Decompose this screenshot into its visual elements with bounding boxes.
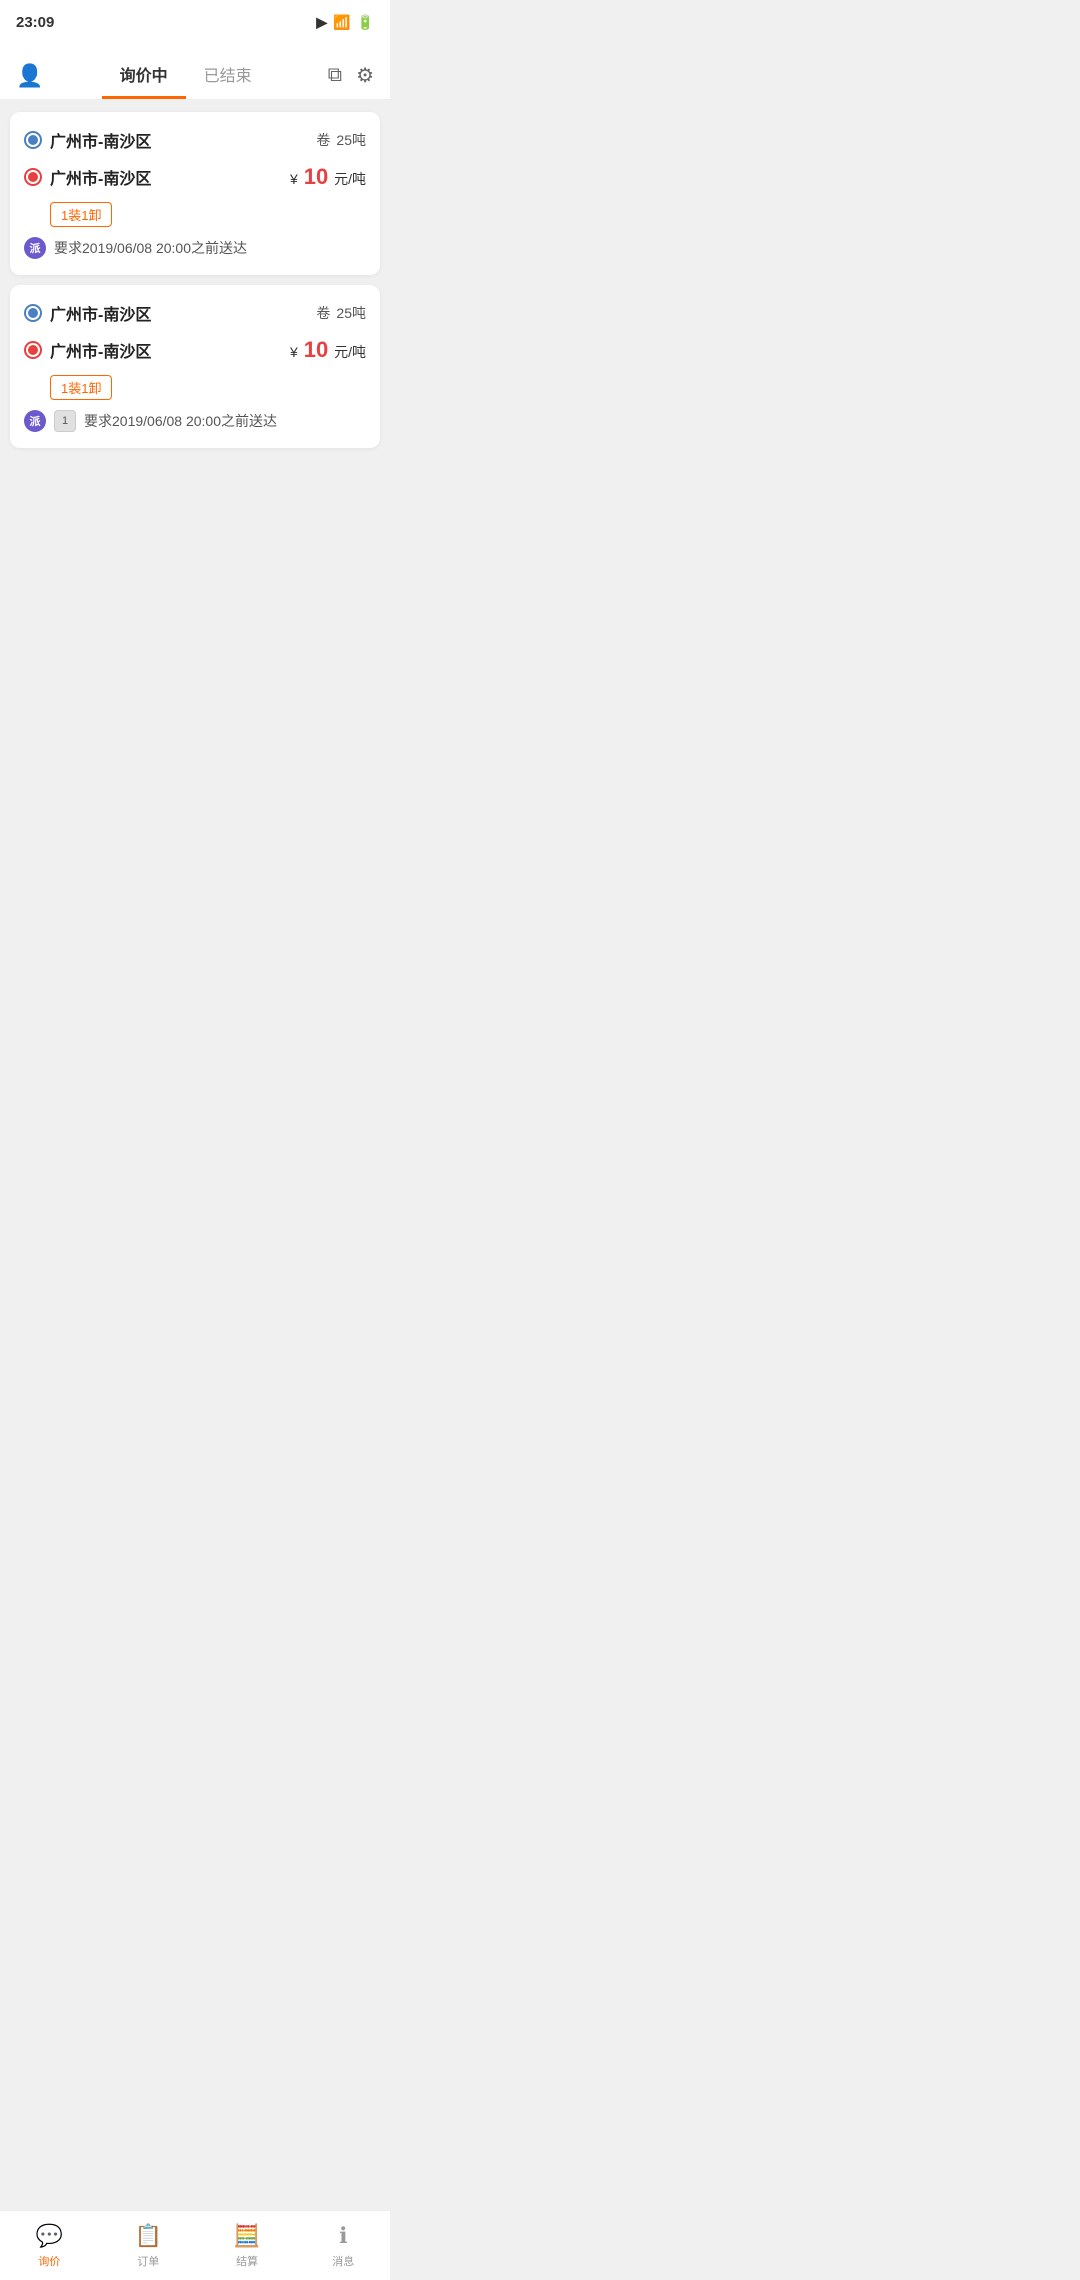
settings-icon[interactable]: ⚙ bbox=[356, 63, 374, 88]
price-unit-2: 元/吨 bbox=[334, 344, 366, 360]
inquiry-card-2[interactable]: 广州市-南沙区 卷 25吨 广州市-南沙区 ¥ 10 元/吨 1装1卸 bbox=[10, 285, 380, 448]
to-city-1: 广州市-南沙区 bbox=[50, 165, 151, 189]
header: 👤 询价中 已结束 ⧉ ⚙ bbox=[0, 44, 390, 100]
status-bar: 23:09 ▶ 📶 🔋 bbox=[0, 0, 390, 44]
price-value-1: 10 bbox=[304, 164, 328, 189]
price-row-1: ¥ 10 元/吨 bbox=[290, 164, 366, 190]
to-row-2: 广州市-南沙区 ¥ 10 元/吨 bbox=[24, 337, 366, 363]
route-meta-1: 卷 25吨 bbox=[316, 130, 366, 150]
to-row-1: 广州市-南沙区 ¥ 10 元/吨 bbox=[24, 164, 366, 190]
header-left: 👤 bbox=[16, 63, 43, 89]
avatar-icon[interactable]: 👤 bbox=[16, 63, 43, 89]
notice-row-1: 派 要求2019/06/08 20:00之前送达 bbox=[24, 237, 366, 259]
status-time: 23:09 bbox=[16, 14, 54, 31]
price-row-2: ¥ 10 元/吨 bbox=[290, 337, 366, 363]
load-tag-2: 1装1卸 bbox=[50, 375, 112, 400]
to-info-1: 广州市-南沙区 bbox=[24, 165, 151, 189]
header-tabs: 询价中 已结束 bbox=[102, 52, 270, 99]
tab-inquiring[interactable]: 询价中 bbox=[102, 52, 186, 99]
cargo-label-2: 卷 bbox=[316, 303, 330, 323]
cargo-weight-2: 25吨 bbox=[336, 303, 366, 323]
inquiry-label: 询价 bbox=[38, 2253, 60, 2269]
tag-row-1: 1装1卸 bbox=[50, 202, 366, 227]
currency-2: ¥ bbox=[290, 344, 298, 360]
billing-icon: 🧮 bbox=[233, 2223, 260, 2249]
inquiry-card-1[interactable]: 广州市-南沙区 卷 25吨 广州市-南沙区 ¥ 10 元/吨 1装1卸 bbox=[10, 112, 380, 275]
origin-icon-2 bbox=[24, 304, 42, 322]
load-tag-1: 1装1卸 bbox=[50, 202, 112, 227]
orders-label: 订单 bbox=[137, 2253, 159, 2269]
route-meta-2: 卷 25吨 bbox=[316, 303, 366, 323]
bottom-nav: 💬 询价 📋 订单 🧮 结算 ℹ 消息 bbox=[0, 2210, 390, 2280]
nav-billing[interactable]: 🧮 结算 bbox=[219, 2217, 274, 2275]
messages-label: 消息 bbox=[332, 2253, 354, 2269]
from-info-2: 广州市-南沙区 bbox=[24, 301, 151, 325]
inquiry-icon: 💬 bbox=[36, 2223, 63, 2249]
header-right: ⧉ ⚙ bbox=[328, 63, 374, 88]
notice-row-2: 派 1 要求2019/06/08 20:00之前送达 bbox=[24, 410, 366, 432]
from-city-1: 广州市-南沙区 bbox=[50, 128, 151, 152]
signal-icon: 📶 bbox=[333, 14, 350, 31]
nav-messages[interactable]: ℹ 消息 bbox=[318, 2217, 368, 2275]
notice-text-1: 要求2019/06/08 20:00之前送达 bbox=[54, 238, 247, 258]
from-city-2: 广州市-南沙区 bbox=[50, 301, 151, 325]
nav-inquiry[interactable]: 💬 询价 bbox=[22, 2217, 77, 2275]
from-row-1: 广州市-南沙区 卷 25吨 bbox=[24, 128, 366, 152]
from-info-1: 广州市-南沙区 bbox=[24, 128, 151, 152]
billing-label: 结算 bbox=[236, 2253, 258, 2269]
status-icons: ▶ 📶 🔋 bbox=[316, 14, 374, 31]
nav-orders[interactable]: 📋 订单 bbox=[121, 2217, 176, 2275]
response-badge-2: 1 bbox=[54, 410, 76, 432]
to-city-2: 广州市-南沙区 bbox=[50, 338, 151, 362]
content: 广州市-南沙区 卷 25吨 广州市-南沙区 ¥ 10 元/吨 1装1卸 bbox=[0, 100, 390, 460]
tab-ended[interactable]: 已结束 bbox=[186, 52, 270, 99]
to-info-2: 广州市-南沙区 bbox=[24, 338, 151, 362]
play-icon: ▶ bbox=[316, 14, 327, 31]
destination-icon-2 bbox=[24, 341, 42, 359]
cargo-label-1: 卷 bbox=[316, 130, 330, 150]
tag-row-2: 1装1卸 bbox=[50, 375, 366, 400]
price-unit-1: 元/吨 bbox=[334, 171, 366, 187]
notice-text-2: 要求2019/06/08 20:00之前送达 bbox=[84, 411, 277, 431]
currency-1: ¥ bbox=[290, 171, 298, 187]
destination-icon-1 bbox=[24, 168, 42, 186]
派-badge-1: 派 bbox=[24, 237, 46, 259]
layers-icon[interactable]: ⧉ bbox=[328, 64, 342, 87]
battery-icon: 🔋 bbox=[357, 14, 374, 31]
cargo-weight-1: 25吨 bbox=[336, 130, 366, 150]
origin-icon-1 bbox=[24, 131, 42, 149]
from-row-2: 广州市-南沙区 卷 25吨 bbox=[24, 301, 366, 325]
messages-icon: ℹ bbox=[339, 2223, 347, 2249]
派-badge-2: 派 bbox=[24, 410, 46, 432]
price-value-2: 10 bbox=[304, 337, 328, 362]
orders-icon: 📋 bbox=[135, 2223, 162, 2249]
